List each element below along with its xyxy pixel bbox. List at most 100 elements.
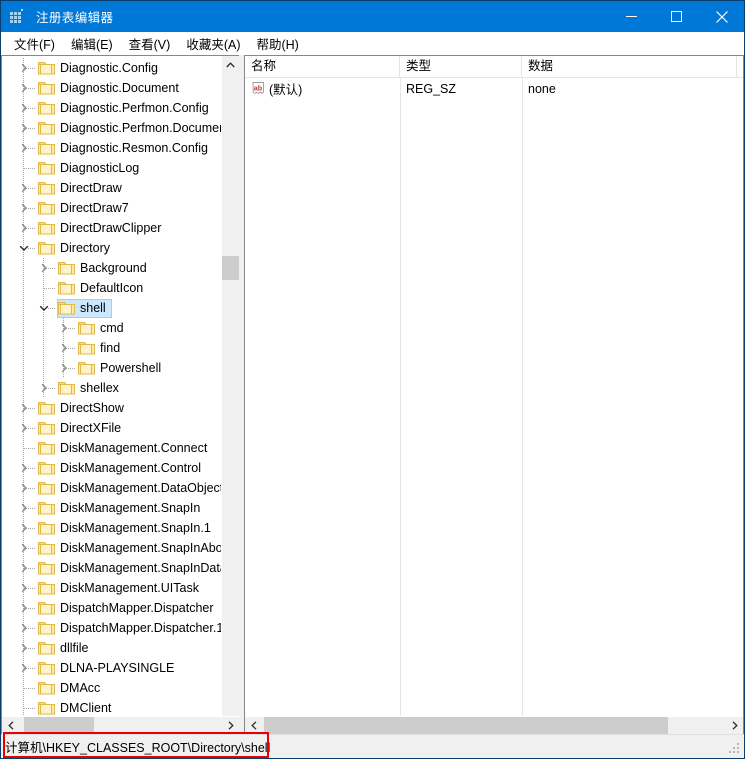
minimize-button[interactable]	[609, 1, 654, 32]
tree-item[interactable]: DiskManagement.Control	[2, 458, 221, 478]
values-hscroll-left-button[interactable]	[245, 717, 262, 734]
tree-item[interactable]: DiskManagement.SnapIn.1	[2, 518, 221, 538]
tree-item[interactable]: DirectXFile	[2, 418, 221, 438]
folder-icon	[38, 561, 55, 575]
value-row[interactable]: ab (默认) REG_SZ none	[245, 78, 743, 99]
folder-icon	[58, 261, 75, 275]
tree-item[interactable]: DispatchMapper.Dispatcher.1	[2, 618, 221, 638]
folder-icon	[58, 281, 75, 295]
tree-item[interactable]: DiskManagement.SnapInData	[2, 558, 221, 578]
title-bar: 注册表编辑器	[1, 1, 744, 32]
tree-item-label: Diagnostic.Perfmon.Config	[60, 101, 209, 115]
tree-item[interactable]: Diagnostic.Perfmon.Config	[2, 98, 221, 118]
folder-icon	[38, 661, 55, 675]
tree-item-label: DLNA-PLAYSINGLE	[60, 661, 175, 675]
tree-item-label: DiagnosticLog	[60, 161, 140, 175]
tree-item[interactable]: DMAcc	[2, 678, 221, 698]
tree-item[interactable]: Diagnostic.Perfmon.Document	[2, 118, 221, 138]
folder-icon	[38, 681, 55, 695]
tree-item-label: DirectXFile	[60, 421, 122, 435]
close-button[interactable]	[699, 1, 744, 32]
tree-item-label: Powershell	[100, 361, 162, 375]
tree-scroll-up-button[interactable]	[222, 56, 239, 73]
tree-item[interactable]: DiskManagement.SnapIn	[2, 498, 221, 518]
tree-item[interactable]: DLNA-PLAYSINGLE	[2, 658, 221, 678]
tree-hscroll-thumb[interactable]	[24, 717, 94, 734]
tree-item[interactable]: shellex	[2, 378, 221, 398]
tree-item-label: DiskManagement.DataObject	[60, 481, 221, 495]
tree-item-label: DirectDrawClipper	[60, 221, 162, 235]
tree-scroll-thumb[interactable]	[222, 256, 239, 280]
tree-item[interactable]: DMClient	[2, 698, 221, 716]
resize-grip-icon	[729, 743, 741, 755]
tree-guide-stub	[24, 688, 36, 689]
values-list[interactable]: ab (默认) REG_SZ none	[245, 78, 743, 716]
svg-text:ab: ab	[254, 83, 263, 92]
tree-horizontal-scrollbar[interactable]	[2, 716, 239, 734]
tree-hscroll-left-button[interactable]	[2, 717, 19, 734]
tree-item[interactable]: DirectDraw7	[2, 198, 221, 218]
folder-icon	[38, 181, 55, 195]
tree-item[interactable]: DefaultIcon	[2, 278, 221, 298]
folder-icon	[78, 321, 95, 335]
tree-item[interactable]: Diagnostic.Document	[2, 78, 221, 98]
tree-hscroll-right-button[interactable]	[222, 717, 239, 734]
tree-item[interactable]: Powershell	[2, 358, 221, 378]
registry-tree[interactable]: Diagnostic.Config Diagnostic.Document Diag…	[2, 56, 221, 716]
menu-edit[interactable]: 编辑(E)	[63, 32, 121, 55]
tree-item[interactable]: DirectDraw	[2, 178, 221, 198]
tree-item[interactable]: DiskManagement.DataObject	[2, 478, 221, 498]
tree-guide-stub	[24, 228, 36, 229]
menu-favorites[interactable]: 收藏夹(A)	[178, 32, 248, 55]
tree-item[interactable]: DirectShow	[2, 398, 221, 418]
folder-icon	[38, 601, 55, 615]
tree-item[interactable]: Directory	[2, 238, 221, 258]
tree-item[interactable]: DiskManagement.Connect	[2, 438, 221, 458]
tree-item[interactable]: DiagnosticLog	[2, 158, 221, 178]
maximize-button[interactable]	[654, 1, 699, 32]
status-bar: 计算机\HKEY_CLASSES_ROOT\Directory\shell	[1, 734, 744, 758]
tree-item[interactable]: Diagnostic.Resmon.Config	[2, 138, 221, 158]
value-data-cell: none	[528, 81, 556, 96]
tree-item[interactable]: DiskManagement.SnapInAbout	[2, 538, 221, 558]
value-name-cell: ab (默认)	[245, 79, 400, 98]
tree-vertical-scrollbar[interactable]	[221, 56, 239, 734]
values-hscroll-right-button[interactable]	[726, 717, 743, 734]
column-header-2[interactable]: 类型	[400, 56, 522, 77]
tree-guide-stub	[44, 308, 56, 309]
values-hscroll-thumb[interactable]	[264, 717, 668, 734]
tree-item[interactable]: DirectDrawClipper	[2, 218, 221, 238]
tree-guide-stub	[24, 248, 36, 249]
tree-item-selected[interactable]: shell	[2, 298, 221, 318]
tree-guide-stub	[24, 108, 36, 109]
menu-view[interactable]: 查看(V)	[121, 32, 179, 55]
tree-item[interactable]: DispatchMapper.Dispatcher	[2, 598, 221, 618]
tree-item[interactable]: dllfile	[2, 638, 221, 658]
tree-item-label: Diagnostic.Document	[60, 81, 179, 95]
tree-item[interactable]: DiskManagement.UITask	[2, 578, 221, 598]
column-header-3[interactable]: 数据	[522, 56, 737, 77]
tree-guide-stub	[24, 148, 36, 149]
tree-item[interactable]: Diagnostic.Config	[2, 58, 221, 78]
menu-help[interactable]: 帮助(H)	[248, 32, 306, 55]
menu-file[interactable]: 文件(F)	[6, 32, 63, 55]
folder-icon	[38, 481, 55, 495]
tree-item-label: DirectDraw7	[60, 201, 129, 215]
tree-item-label: DispatchMapper.Dispatcher	[60, 601, 214, 615]
folder-icon	[38, 701, 55, 715]
registry-tree-pane: Diagnostic.Config Diagnostic.Document Diag…	[1, 55, 239, 734]
registry-values-pane: 名称 类型 数据 ab (默认) REG_SZ none	[244, 55, 744, 734]
tree-item[interactable]: Background	[2, 258, 221, 278]
tree-item-label: Diagnostic.Resmon.Config	[60, 141, 208, 155]
tree-item[interactable]: find	[2, 338, 221, 358]
tree-item-label: DiskManagement.SnapIn.1	[60, 521, 211, 535]
values-rows: ab (默认) REG_SZ none	[245, 78, 743, 99]
folder-icon	[38, 81, 55, 95]
tree-guide-stub	[24, 88, 36, 89]
tree-guide-stub	[44, 268, 56, 269]
tree-item[interactable]: cmd	[2, 318, 221, 338]
values-horizontal-scrollbar[interactable]	[245, 716, 743, 734]
column-header-1[interactable]: 名称	[245, 56, 400, 77]
tree-guide-stub	[24, 448, 36, 449]
tree-item-label: shellex	[80, 381, 119, 395]
